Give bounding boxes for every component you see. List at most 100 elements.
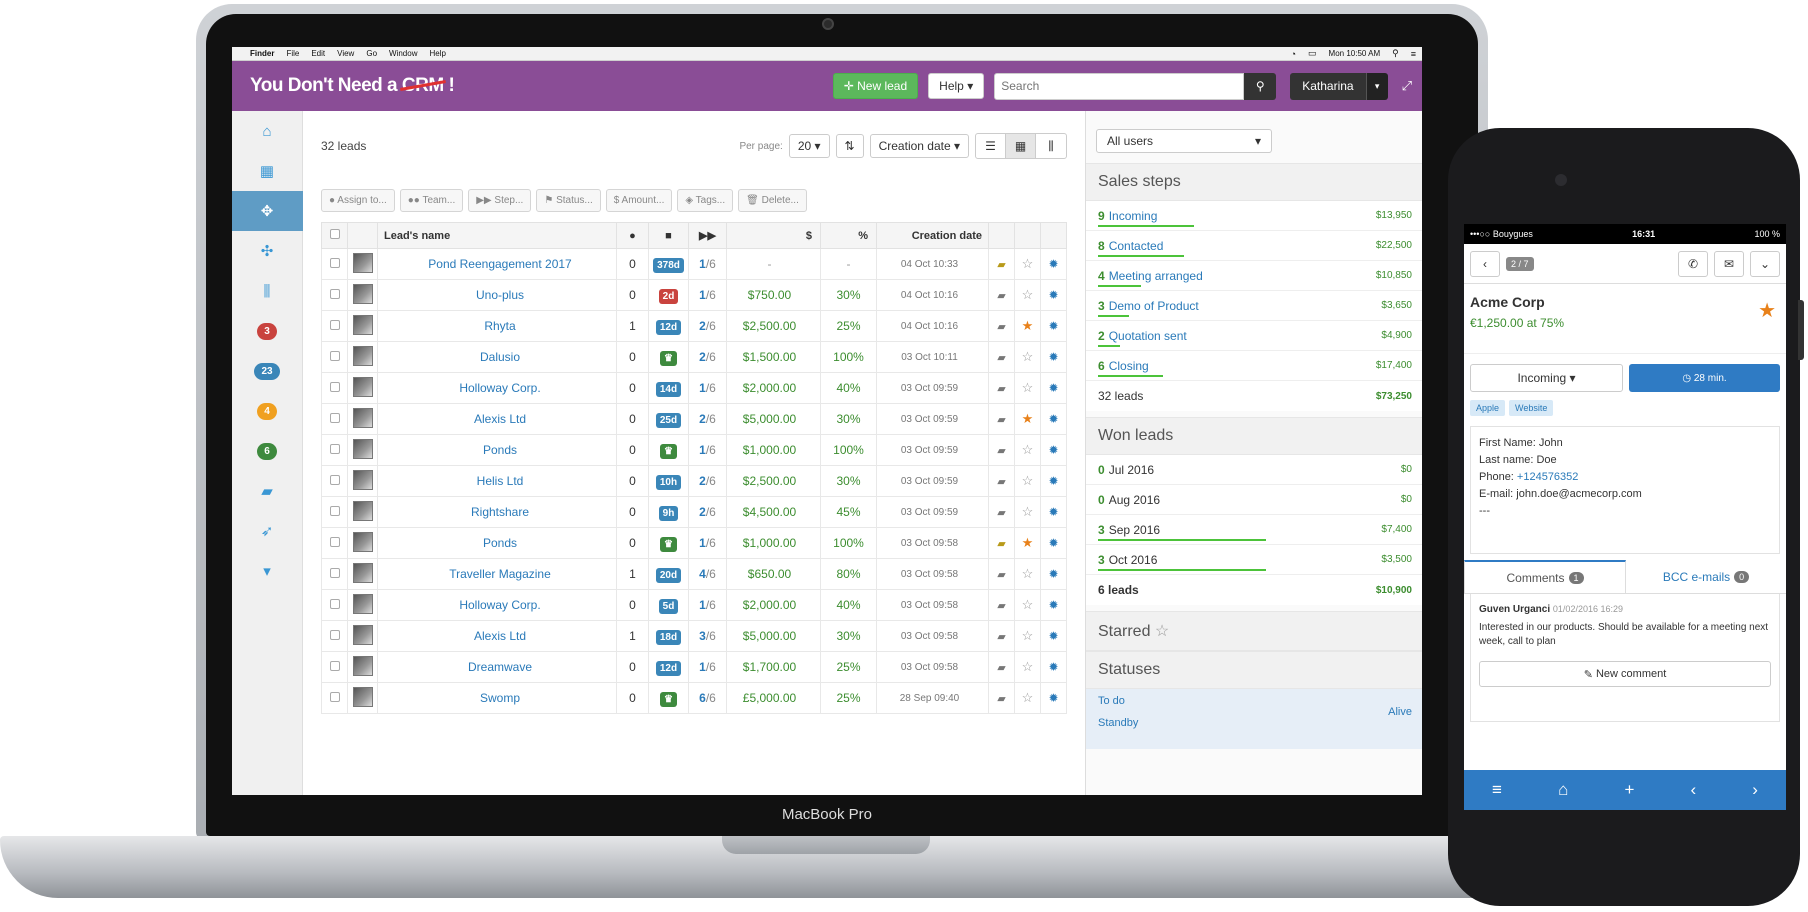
star-cell[interactable]: ☆ (1014, 341, 1041, 373)
step-cell[interactable]: 2/6 (688, 403, 727, 435)
nav-badge-blue[interactable]: 23 (232, 351, 303, 391)
assign-button[interactable]: ● Assign to... (321, 189, 395, 212)
wifi-icon[interactable]: ◔ (1291, 49, 1296, 59)
step-cell[interactable]: 6/6 (688, 682, 727, 714)
back-button[interactable]: ‹ (1470, 250, 1500, 277)
menu-go[interactable]: Go (366, 49, 377, 58)
row-checkbox-cell[interactable] (321, 589, 348, 621)
sales-step-item[interactable]: 6 Closing $17,400 (1086, 351, 1422, 381)
row-checkbox-cell[interactable] (321, 620, 348, 652)
step-select[interactable]: Incoming ▾ (1470, 364, 1623, 392)
gear-cell[interactable]: ✹ (1040, 620, 1067, 652)
lead-name[interactable]: Pond Reengagement 2017 (377, 248, 617, 280)
tag-apple[interactable]: Apple (1470, 400, 1506, 416)
row-checkbox[interactable] (329, 258, 340, 268)
star-cell[interactable]: ☆ (1014, 248, 1041, 280)
gear-cell[interactable]: ✹ (1040, 682, 1067, 714)
row-checkbox[interactable] (329, 320, 340, 330)
gear-cell[interactable]: ✹ (1040, 248, 1067, 280)
menu-icon[interactable]: ≡ (1492, 780, 1502, 800)
sales-step-item[interactable]: 9 Incoming $13,950 (1086, 201, 1422, 231)
email-button[interactable]: ✉ (1714, 250, 1744, 277)
gear-cell[interactable]: ✹ (1040, 651, 1067, 683)
folder-cell[interactable]: ▰ (988, 620, 1015, 652)
table-row[interactable]: Ponds 0 ♛ 1/6 $1,000.00 100% 03 Oct 09:59 ▰ ☆ ✹ (321, 434, 1067, 466)
row-checkbox-cell[interactable] (321, 279, 348, 311)
folder-cell[interactable]: ▰ (988, 403, 1015, 435)
won-item[interactable]: 3 Sep 2016 $7,400 (1086, 515, 1422, 545)
sales-step-item[interactable]: 4 Meeting arranged $10,850 (1086, 261, 1422, 291)
row-checkbox[interactable] (329, 506, 340, 516)
table-row[interactable]: Holloway Corp. 0 5d 1/6 $2,000.00 40% 03 Oct 0… (321, 589, 1067, 621)
row-checkbox[interactable] (329, 568, 340, 578)
status-todo[interactable]: To do (1098, 695, 1125, 707)
row-checkbox-cell[interactable] (321, 682, 348, 714)
lead-name[interactable]: Holloway Corp. (377, 589, 617, 621)
table-row[interactable]: Alexis Ltd 0 25d 2/6 $5,000.00 30% 03 Oct 09:5… (321, 403, 1067, 435)
fullscreen-icon[interactable]: ⤢ (1402, 78, 1412, 94)
star-cell[interactable]: ☆ (1014, 434, 1041, 466)
status-alive[interactable]: Alive (1388, 706, 1412, 718)
row-checkbox[interactable] (329, 661, 340, 671)
gear-cell[interactable]: ✹ (1040, 372, 1067, 404)
won-item[interactable]: 0 Aug 2016 $0 (1086, 485, 1422, 515)
status-button[interactable]: ⚑ Status... (536, 189, 601, 212)
star-cell[interactable]: ☆ (1014, 279, 1041, 311)
folder-cell[interactable]: ▰ (988, 372, 1015, 404)
amount-header[interactable]: $ (726, 222, 821, 249)
row-checkbox[interactable] (329, 692, 340, 702)
star-cell[interactable]: ☆ (1014, 682, 1041, 714)
search-button[interactable]: ⚲ (1244, 72, 1277, 100)
nav-badge-orange[interactable]: 4 (232, 391, 303, 431)
step-cell[interactable]: 1/6 (688, 651, 727, 683)
gear-cell[interactable]: ✹ (1040, 403, 1067, 435)
folder-cell[interactable]: ▰ (988, 341, 1015, 373)
menu-finder[interactable]: Finder (250, 49, 274, 58)
table-row[interactable]: Pond Reengagement 2017 0 378d 1/6- -04 Oct 1… (321, 248, 1067, 280)
row-checkbox[interactable] (329, 289, 340, 299)
table-row[interactable]: Rhyta 1 12d 2/6 $2,500.00 25% 04 Oct 10:16 ▰ ★ ✹ (321, 310, 1067, 342)
step-cell[interactable]: 1/6 (688, 372, 727, 404)
nav-table[interactable]: ▦ (232, 151, 303, 191)
table-row[interactable]: Ponds 0 ♛ 1/6 $1,000.00 100% 03 Oct 09:58 ▰ ★ ✹ (321, 527, 1067, 559)
new-lead-button[interactable]: ✛ New lead (832, 73, 919, 99)
delete-button[interactable]: 🗑 Delete... (738, 189, 807, 212)
step-cell[interactable]: 2/6 (688, 310, 727, 342)
row-checkbox-cell[interactable] (321, 651, 348, 683)
folder-cell[interactable]: ▰ (988, 496, 1015, 528)
nav-badge-red[interactable]: 3 (232, 311, 303, 351)
step-button[interactable]: ▶▶ Step... (468, 189, 532, 212)
nav-folders[interactable]: ▰ (232, 471, 303, 511)
gear-cell[interactable]: ✹ (1040, 279, 1067, 311)
tag-website[interactable]: Website (1509, 400, 1554, 416)
table-row[interactable]: Helis Ltd 0 10h 2/6 $2,500.00 30% 03 Oct 09:59… (321, 465, 1067, 497)
row-checkbox-cell[interactable] (321, 558, 348, 590)
step-cell[interactable]: 1/6 (688, 527, 727, 559)
call-button[interactable]: ✆ (1678, 250, 1708, 277)
star-cell[interactable]: ★ (1014, 527, 1041, 559)
date-header[interactable]: Creation date (876, 222, 989, 249)
per-page-select[interactable]: 20 ▾ (788, 134, 830, 158)
folder-cell[interactable]: ▰ (988, 310, 1015, 342)
battery-icon[interactable]: ▭ (1308, 48, 1317, 59)
nav-pipeline[interactable]: ✣ (232, 231, 303, 271)
row-checkbox-cell[interactable] (321, 527, 348, 559)
row-checkbox-cell[interactable] (321, 403, 348, 435)
star-cell[interactable]: ☆ (1014, 496, 1041, 528)
kanban-view-icon[interactable]: ⫼ (1036, 134, 1066, 158)
nav-leads[interactable]: ✥ (232, 191, 303, 231)
tab-comments[interactable]: Comments 1 (1464, 560, 1626, 593)
star-cell[interactable]: ☆ (1014, 651, 1041, 683)
star-cell[interactable]: ★ (1014, 403, 1041, 435)
gear-cell[interactable]: ✹ (1040, 589, 1067, 621)
phone-link[interactable]: +124576352 (1517, 471, 1578, 483)
name-header[interactable]: Lead's name (377, 222, 617, 249)
team-button[interactable]: ●● Team... (399, 189, 464, 212)
sales-step-item[interactable]: 3 Demo of Product $3,650 (1086, 291, 1422, 321)
step-cell[interactable]: 2/6 (688, 496, 727, 528)
gear-cell[interactable]: ✹ (1040, 310, 1067, 342)
list-view-icon[interactable]: ☰ (976, 134, 1006, 158)
lead-name[interactable]: Traveller Magazine (377, 558, 617, 590)
star-cell[interactable]: ☆ (1014, 465, 1041, 497)
gear-cell[interactable]: ✹ (1040, 341, 1067, 373)
